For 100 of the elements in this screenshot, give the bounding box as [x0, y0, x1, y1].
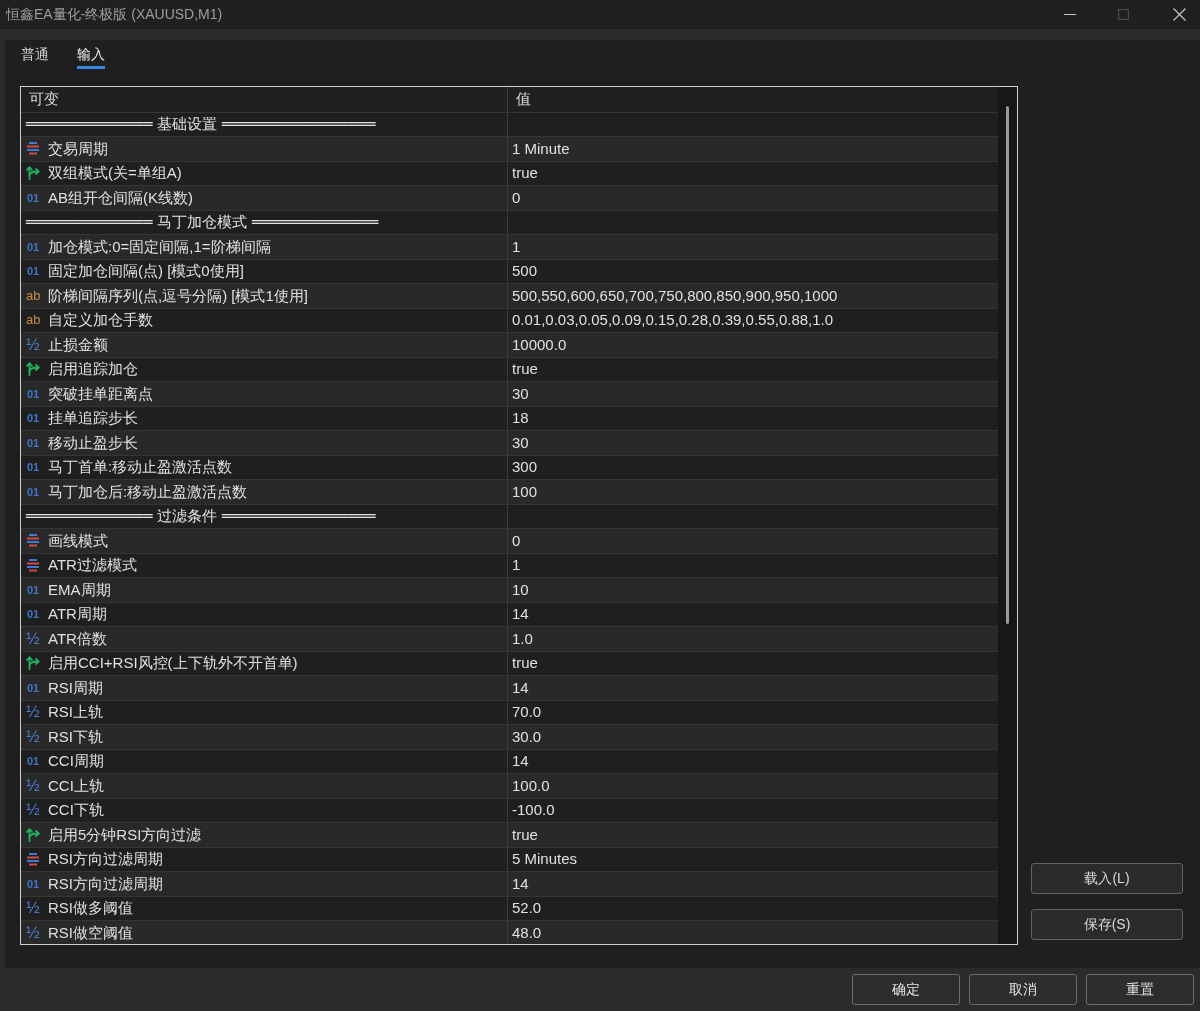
parameter-row[interactable]: 启用CCI+RSI风控(上下轨外不开首单) true: [21, 650, 998, 675]
parameter-row[interactable]: 01 RSI周期 14: [21, 675, 998, 700]
parameter-value[interactable]: 14: [512, 874, 529, 893]
parameter-value[interactable]: 10000.0: [512, 335, 567, 354]
minimize-button[interactable]: [1064, 13, 1076, 16]
parameter-name: RSI做空阈值: [48, 923, 133, 942]
parameter-row[interactable]: ½ CCI上轨 100.0: [21, 773, 998, 798]
parameter-value[interactable]: -100.0: [512, 801, 555, 820]
parameter-row[interactable]: 01 加仓模式:0=固定间隔,1=阶梯间隔 1: [21, 234, 998, 259]
parameter-value[interactable]: 0.01,0.03,0.05,0.09,0.15,0.28,0.39,0.55,0.88,1.0: [512, 311, 834, 330]
digits-icon: 01: [26, 190, 40, 205]
parameter-row[interactable]: 01 固定加仓间隔(点) [模式0使用] 500: [21, 258, 998, 283]
parameter-value[interactable]: 14: [512, 605, 529, 624]
digits-icon: 01: [26, 386, 40, 401]
branch-arrow-icon: [26, 166, 40, 181]
parameter-row[interactable]: 01 AB组开仓间隔(K线数) 0: [21, 185, 998, 210]
digits-icon: 01: [26, 754, 40, 769]
parameter-name: 突破挂单距离点: [48, 384, 153, 403]
parameter-row[interactable]: 启用5分钟RSI方向过滤 true: [21, 822, 998, 847]
digits-icon: 01: [26, 607, 40, 622]
dialog-button[interactable]: 重置: [1086, 974, 1194, 1005]
parameter-value[interactable]: 30.0: [512, 727, 542, 746]
parameter-value[interactable]: 300: [512, 458, 538, 477]
parameter-row[interactable]: 01 RSI方向过滤周期 14: [21, 871, 998, 896]
parameter-row[interactable]: ½ RSI下轨 30.0: [21, 724, 998, 749]
digits-icon: 01: [26, 264, 40, 279]
dialog-button[interactable]: 确定: [852, 974, 960, 1005]
parameter-value[interactable]: true: [512, 654, 538, 673]
scrollbar-track[interactable]: [998, 87, 1017, 944]
dialog-button[interactable]: 取消: [969, 974, 1077, 1005]
parameter-value[interactable]: 1: [512, 556, 521, 575]
parameter-value[interactable]: true: [512, 360, 538, 379]
section-heading: ══════════════ 马丁加仓模式 ══════════════: [26, 213, 379, 232]
stacked-bars-icon: [26, 558, 40, 572]
parameter-row[interactable]: 01 CCI周期 14: [21, 748, 998, 773]
parameter-row[interactable]: 01 移动止盈步长 30: [21, 430, 998, 455]
parameter-row[interactable]: 01 EMA周期 10: [21, 577, 998, 602]
fraction-icon: ½: [26, 729, 40, 744]
side-button[interactable]: 保存(S): [1031, 909, 1183, 940]
parameter-row[interactable]: 01 马丁加仓后:移动止盈激活点数 100: [21, 479, 998, 504]
parameter-value[interactable]: 70.0: [512, 703, 542, 722]
parameter-row[interactable]: 启用追踪加仓 true: [21, 356, 998, 381]
parameter-name: 启用CCI+RSI风控(上下轨外不开首单): [48, 654, 298, 673]
side-button[interactable]: 载入(L): [1031, 863, 1183, 894]
parameter-value[interactable]: 5 Minutes: [512, 850, 578, 869]
parameter-row[interactable]: 01 挂单追踪步长 18: [21, 405, 998, 430]
parameter-value[interactable]: 30: [512, 433, 529, 452]
stacked-bars-icon: [26, 852, 40, 866]
fraction-icon: ½: [26, 705, 40, 720]
parameter-name: RSI方向过滤周期: [48, 874, 163, 893]
parameter-row[interactable]: ½ ATR倍数 1.0: [21, 626, 998, 651]
parameter-value[interactable]: 100.0: [512, 776, 550, 795]
parameter-row[interactable]: 01 马丁首单:移动止盈激活点数 300: [21, 454, 998, 479]
parameter-name: RSI下轨: [48, 727, 103, 746]
parameter-value[interactable]: 52.0: [512, 899, 542, 918]
parameter-row[interactable]: ½ 止损金额 10000.0: [21, 332, 998, 357]
fraction-icon: ½: [26, 337, 40, 352]
parameter-value[interactable]: 1.0: [512, 629, 533, 648]
parameter-row[interactable]: 01 ATR周期 14: [21, 601, 998, 626]
close-icon: [1173, 8, 1186, 21]
parameter-name: 止损金额: [48, 335, 108, 354]
parameter-row[interactable]: 画线模式 0: [21, 528, 998, 553]
parameter-row[interactable]: ½ RSI上轨 70.0: [21, 699, 998, 724]
tab[interactable]: 普通: [21, 45, 49, 69]
parameter-value[interactable]: 500,550,600,650,700,750,800,850,900,950,1000: [512, 286, 838, 305]
parameter-row[interactable]: 双组模式(关=单组A) true: [21, 160, 998, 185]
parameter-value[interactable]: 48.0: [512, 923, 542, 942]
parameter-value[interactable]: 10: [512, 580, 529, 599]
parameter-name: 双组模式(关=单组A): [48, 164, 182, 183]
fraction-icon: ½: [26, 901, 40, 916]
parameter-value[interactable]: 1 Minute: [512, 139, 570, 158]
parameter-value[interactable]: 100: [512, 482, 538, 501]
parameter-value[interactable]: true: [512, 164, 538, 183]
parameter-value[interactable]: 0: [512, 531, 521, 550]
parameter-name: 阶梯间隔序列(点,逗号分隔) [模式1使用]: [48, 286, 308, 305]
parameter-row[interactable]: ½ RSI做空阈值 48.0: [21, 920, 998, 944]
parameter-value[interactable]: 1: [512, 237, 521, 256]
parameter-name: CCI下轨: [48, 801, 104, 820]
close-button[interactable]: [1173, 8, 1186, 21]
tab[interactable]: 输入: [77, 45, 105, 69]
parameter-row[interactable]: ab 自定义加仓手数 0.01,0.03,0.05,0.09,0.15,0.28,0.39,0.55,0.88,1.0: [21, 307, 998, 332]
parameter-row[interactable]: 01 突破挂单距离点 30: [21, 381, 998, 406]
digits-icon: 01: [26, 239, 40, 254]
parameter-row[interactable]: 交易周期 1 Minute: [21, 136, 998, 161]
parameter-value[interactable]: 30: [512, 384, 529, 403]
parameter-row[interactable]: ½ CCI下轨 -100.0: [21, 797, 998, 822]
parameter-value[interactable]: 500: [512, 262, 538, 281]
parameter-row[interactable]: ATR过滤模式 1: [21, 552, 998, 577]
parameter-value[interactable]: 14: [512, 678, 529, 697]
parameter-value[interactable]: 0: [512, 188, 521, 207]
parameter-value[interactable]: true: [512, 825, 538, 844]
parameter-row[interactable]: ½ RSI做多阈值 52.0: [21, 895, 998, 920]
parameter-value[interactable]: 18: [512, 409, 529, 428]
digits-icon: 01: [26, 582, 40, 597]
scrollbar-thumb[interactable]: [1006, 106, 1009, 624]
parameter-value[interactable]: 14: [512, 752, 529, 771]
parameter-row[interactable]: ab 阶梯间隔序列(点,逗号分隔) [模式1使用] 500,550,600,650,700,750,800,850,900,950,1000: [21, 283, 998, 308]
digits-icon: 01: [26, 484, 40, 499]
parameter-row[interactable]: RSI方向过滤周期 5 Minutes: [21, 846, 998, 871]
parameter-name: AB组开仓间隔(K线数): [48, 188, 193, 207]
